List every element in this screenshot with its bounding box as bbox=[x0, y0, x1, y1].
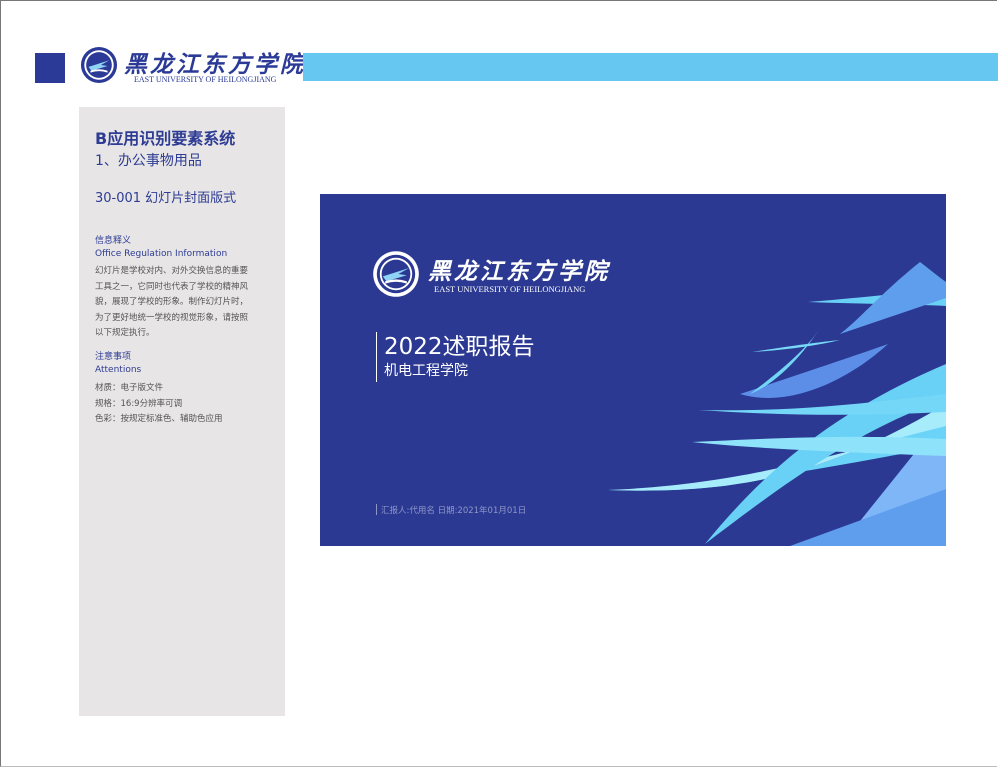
slide-logo-chinese-name: 黑龙江东方学院 bbox=[428, 258, 610, 285]
slide-title: 2022述职报告 bbox=[384, 334, 535, 360]
info-line: 工具之一，它同时也代表了学校的精神风 bbox=[95, 281, 249, 292]
info-heading-cn: 信息释义 bbox=[95, 236, 132, 246]
slide-subtitle: 机电工程学院 bbox=[384, 363, 468, 379]
slide-footer: 汇报人:代用名 日期:2021年01月01日 bbox=[381, 506, 527, 516]
university-emblem-icon bbox=[80, 46, 118, 84]
header-logo: 黑龙江东方学院 EAST UNIVERSITY OF HEILONGJIANG bbox=[80, 46, 303, 88]
info-heading: 信息释义 Office Regulation Information bbox=[95, 235, 227, 261]
footer-divider bbox=[376, 504, 377, 515]
slide-cover-preview: 黑龙江东方学院 EAST UNIVERSITY OF HEILONGJIANG … bbox=[320, 194, 946, 546]
attention-item: 色彩：按规定标准色、辅助色应用 bbox=[95, 414, 223, 424]
slide-emblem-icon bbox=[373, 251, 419, 297]
section-title: B应用识别要素系统 bbox=[95, 129, 236, 148]
logo-english-name: EAST UNIVERSITY OF HEILONGJIANG bbox=[134, 75, 277, 84]
slide-logo: 黑龙江东方学院 EAST UNIVERSITY OF HEILONGJIANG bbox=[372, 250, 612, 300]
info-line: 为了更好地统一学校的视觉形象，请按照 bbox=[95, 312, 249, 323]
attentions-list: 材质：电子版文件 规格：16:9分辨率可调 色彩：按规定标准色、辅助色应用 bbox=[95, 381, 223, 428]
info-line: 幻灯片是学校对内、对外交换信息的重要 bbox=[95, 266, 249, 276]
logo-chinese-name: 黑龙江东方学院 bbox=[124, 51, 306, 78]
info-line: 以下规定执行。 bbox=[95, 328, 155, 338]
item-code-title: 30-001 幻灯片封面版式 bbox=[95, 191, 237, 206]
info-line: 貌，展现了学校的形象。制作幻灯片时， bbox=[95, 297, 249, 307]
title-divider bbox=[376, 332, 377, 382]
attention-item: 规格：16:9分辨率可调 bbox=[95, 398, 183, 409]
attentions-heading-cn: 注意事项 bbox=[95, 352, 132, 362]
attention-item: 材质：电子版文件 bbox=[95, 383, 164, 393]
attentions-heading: 注意事项 Attentions bbox=[95, 351, 141, 377]
attentions-heading-en: Attentions bbox=[95, 365, 142, 375]
brand-color-square bbox=[35, 53, 65, 83]
header-accent-bar bbox=[303, 53, 998, 81]
info-heading-en: Office Regulation Information bbox=[95, 249, 228, 259]
slide-logo-english-name: EAST UNIVERSITY OF HEILONGJIANG bbox=[434, 284, 586, 294]
subsection-title: 1、办公事物用品 bbox=[95, 153, 202, 169]
info-description: 幻灯片是学校对内、对外交换信息的重要 工具之一，它同时也代表了学校的精神风 貌，… bbox=[95, 264, 277, 342]
info-sidebar: B应用识别要素系统 1、办公事物用品 30-001 幻灯片封面版式 信息释义 O… bbox=[79, 107, 285, 716]
